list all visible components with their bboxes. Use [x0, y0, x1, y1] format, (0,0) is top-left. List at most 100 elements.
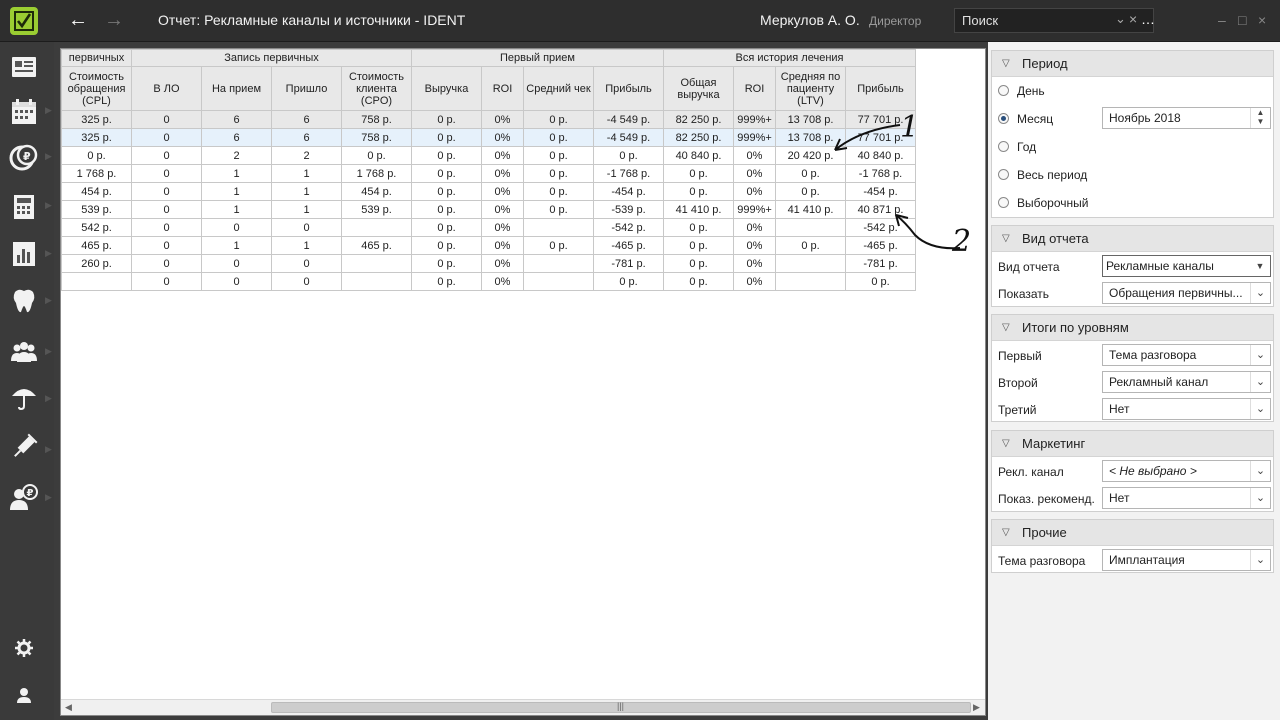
chevron-down-icon[interactable]: ⌄ — [1250, 550, 1270, 570]
chevron-right-icon: ▶ — [45, 444, 52, 454]
section-header[interactable]: ▽ Итоги по уровням — [992, 315, 1273, 341]
show-recommend-select[interactable]: Нет ⌄ — [1102, 487, 1271, 509]
section-header[interactable]: ▽ Вид отчета — [992, 226, 1273, 252]
search-input[interactable]: Поиск — [962, 13, 998, 28]
table-row[interactable]: 539 р. 0 1 1 539 р. 0 р. 0% 0 р. -539 р. 41 410 р… — [61, 200, 916, 219]
radio-day[interactable] — [998, 85, 1009, 96]
table-row[interactable]: 465 р. 0 1 1 465 р. 0 р. 0% 0 р. -465 р. 0 р. 0% 0 … — [61, 236, 916, 255]
patients-icon[interactable] — [9, 337, 43, 371]
umbrella-icon[interactable] — [9, 382, 43, 416]
table-cell — [61, 272, 132, 291]
scroll-thumb[interactable]: ||| — [271, 701, 971, 713]
level-second-select[interactable]: Рекламный канал ⌄ — [1102, 371, 1271, 393]
column-header[interactable]: Стоимость обращения (CPL) — [61, 66, 132, 111]
table-cell: 0 р. — [663, 254, 734, 273]
report-icon[interactable] — [9, 239, 43, 273]
column-header[interactable]: В ЛО — [131, 66, 202, 111]
column-header[interactable]: Стоимость клиента (CPO) — [341, 66, 412, 111]
column-header[interactable]: Средний чек — [523, 66, 594, 111]
chevron-down-icon[interactable]: ⌄ — [1250, 372, 1270, 392]
collapse-triangle-icon[interactable]: ▽ — [1002, 226, 1010, 252]
column-header[interactable]: Прибыль — [845, 66, 916, 111]
user-name[interactable]: Меркулов А. О. — [760, 12, 860, 28]
radio-label: Весь период — [1017, 168, 1088, 182]
app-logo-icon[interactable] — [10, 7, 38, 35]
radio-custom[interactable] — [998, 197, 1009, 208]
section-header[interactable]: ▽ Период — [992, 51, 1273, 77]
topic-select[interactable]: Имплантация ⌄ — [1102, 549, 1271, 571]
table-cell: 454 р. — [341, 182, 412, 201]
table-row[interactable]: 0 р. 0 2 2 0 р. 0 р. 0% 0 р. 0 р. 40 840 р. 0% 20 4… — [61, 146, 916, 165]
chevron-down-icon[interactable]: ⌄ — [1250, 488, 1270, 508]
column-header[interactable]: Общая выручка — [663, 66, 734, 111]
chevron-down-icon[interactable]: ⌄ — [1250, 461, 1270, 481]
horizontal-scrollbar[interactable]: ◀ ||| ▶ — [61, 699, 985, 715]
table-row[interactable]: 454 р. 0 1 1 454 р. 0 р. 0% 0 р. -454 р. 0 р. 0% 0 … — [61, 182, 916, 201]
title-bar: ← → Отчет: Рекламные каналы и источники … — [0, 0, 1280, 42]
forward-arrow-icon[interactable]: → — [102, 9, 126, 33]
table-row[interactable]: 260 р. 0 0 0 0 р. 0% -781 р. 0 р. 0% -781 р. — [61, 254, 916, 273]
clear-icon[interactable]: × — [1129, 11, 1137, 27]
table-cell: 0 р. — [411, 128, 482, 147]
chevron-down-icon[interactable]: ⌄ — [1250, 345, 1270, 365]
table-row[interactable]: 325 р. 0 6 6 758 р. 0 р. 0% 0 р. -4 549 р. 82 250… — [61, 128, 916, 147]
field-label: Показ. рекоменд. — [998, 492, 1095, 506]
level-first-select[interactable]: Тема разговора ⌄ — [1102, 344, 1271, 366]
gear-icon[interactable] — [14, 638, 34, 658]
table-row[interactable]: 542 р. 0 0 0 0 р. 0% -542 р. 0 р. 0% -542 р. — [61, 218, 916, 237]
collapse-triangle-icon[interactable]: ▽ — [1002, 51, 1010, 77]
syringe-icon[interactable] — [9, 432, 43, 466]
card-icon[interactable] — [9, 52, 43, 86]
radio-all-period[interactable] — [998, 169, 1009, 180]
radio-label: Месяц — [1017, 112, 1054, 126]
section-header[interactable]: ▽ Прочие — [992, 520, 1273, 546]
calendar-icon[interactable] — [9, 97, 43, 131]
more-icon[interactable]: … — [1141, 11, 1155, 27]
column-header[interactable]: ROI — [733, 66, 776, 111]
scroll-right-icon[interactable]: ▶ — [973, 702, 980, 713]
chevron-down-icon[interactable]: ⌄ — [1250, 283, 1270, 303]
collapse-triangle-icon[interactable]: ▽ — [1002, 520, 1010, 546]
show-select[interactable]: Обращения первичны... ⌄ — [1102, 282, 1271, 304]
column-header[interactable]: На прием — [201, 66, 272, 111]
column-header[interactable]: Прибыль — [593, 66, 664, 111]
column-header[interactable]: ROI — [481, 66, 524, 111]
chevron-down-icon[interactable]: ⌄ — [1250, 399, 1270, 419]
tooth-icon[interactable] — [9, 286, 43, 320]
column-header[interactable]: Средняя по пациенту (LTV) — [775, 66, 846, 111]
collapse-triangle-icon[interactable]: ▽ — [1002, 315, 1010, 341]
table-cell: 454 р. — [61, 182, 132, 201]
radio-year[interactable] — [998, 141, 1009, 152]
column-header[interactable]: Пришло — [271, 66, 342, 111]
table-cell: 0 р. — [663, 236, 734, 255]
table-row[interactable]: 325 р. 0 6 6 758 р. 0 р. 0% 0 р. -4 549 р. 82 250… — [61, 110, 916, 129]
chevron-down-icon[interactable]: ⌄ — [1115, 11, 1126, 27]
select-value: Нет — [1109, 491, 1130, 505]
user-icon[interactable] — [14, 685, 34, 705]
table-row[interactable]: 1 768 р. 0 1 1 1 768 р. 0 р. 0% 0 р. -1 768 р. 0 … — [61, 164, 916, 183]
back-arrow-icon[interactable]: ← — [66, 9, 90, 33]
maximize-icon[interactable]: □ — [1238, 12, 1246, 28]
search-box[interactable]: Поиск ⌄ × … — [954, 8, 1155, 33]
table-cell: 539 р. — [341, 200, 412, 219]
radio-month[interactable] — [998, 113, 1009, 124]
scroll-left-icon[interactable]: ◀ — [65, 702, 72, 713]
month-spinner[interactable]: Ноябрь 2018 ▲ ▼ — [1102, 107, 1271, 129]
level-third-select[interactable]: Нет ⌄ — [1102, 398, 1271, 420]
report-table[interactable]: первичных Запись первичных Первый прием … — [61, 49, 916, 291]
table-cell: -465 р. — [593, 236, 664, 255]
ruble-icon[interactable]: ₽ — [9, 142, 43, 176]
ad-channel-select[interactable]: < Не выбрано > ⌄ — [1102, 460, 1271, 482]
calculator-icon[interactable] — [9, 192, 43, 226]
table-row[interactable]: 0000 р. 0% 0 р. 0 р. 0% 0 р. — [61, 272, 916, 291]
report-type-select[interactable]: Рекламные каналы ▼ — [1102, 255, 1271, 277]
ruble-person-icon[interactable]: ₽ — [9, 482, 43, 516]
dropdown-arrow-icon[interactable]: ▼ — [1250, 256, 1270, 276]
spinner-arrows-icon[interactable]: ▲ ▼ — [1250, 108, 1270, 128]
minimize-icon[interactable]: – — [1218, 12, 1226, 28]
collapse-triangle-icon[interactable]: ▽ — [1002, 431, 1010, 457]
table-cell: 325 р. — [61, 128, 132, 147]
column-header[interactable]: Выручка — [411, 66, 482, 111]
section-header[interactable]: ▽ Маркетинг — [992, 431, 1273, 457]
close-icon[interactable]: × — [1258, 12, 1266, 28]
